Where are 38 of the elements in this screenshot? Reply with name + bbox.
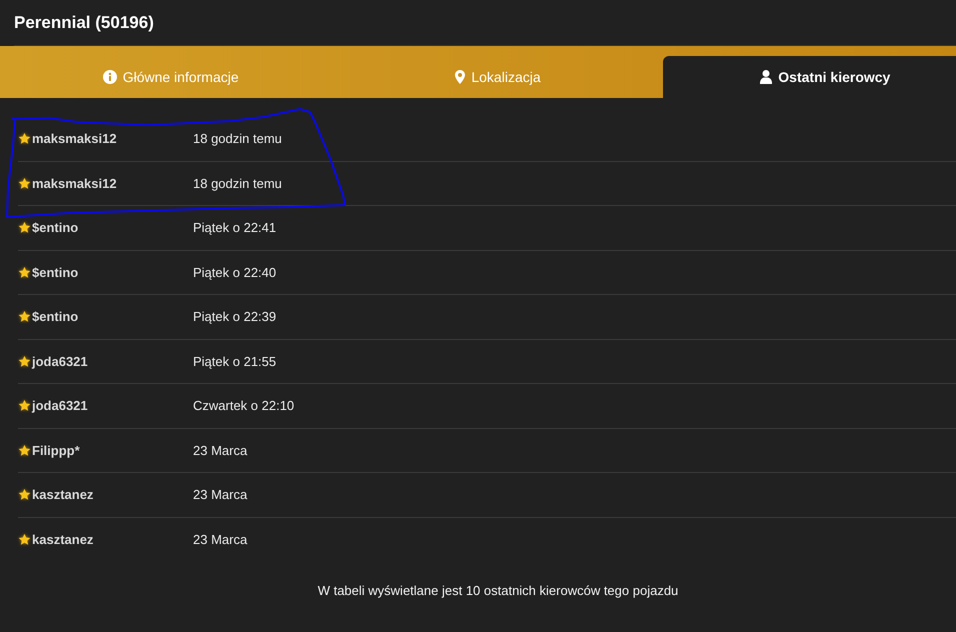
star-icon	[18, 266, 31, 279]
driver-name: maksmaksi12	[32, 131, 118, 146]
driven-time: 23 Marca	[193, 442, 248, 458]
star-icon	[18, 132, 31, 146]
user-icon	[760, 70, 772, 84]
driver-name: kasztanez	[32, 487, 94, 502]
map-pin-icon	[455, 70, 466, 84]
star-icon	[18, 488, 31, 502]
tab[interactable]: Lokalizacja	[335, 56, 661, 98]
star-icon	[18, 176, 31, 190]
driven-time: Piątek o 21:55	[193, 354, 276, 369]
driver-name: kasztanez	[32, 532, 94, 548]
driven-time: 18 godzin temu	[193, 131, 282, 146]
driver-name: maksmaksi12	[32, 176, 118, 191]
star-icon	[18, 444, 31, 457]
star-icon	[18, 533, 31, 546]
driven-time: 18 godzin temu	[193, 176, 282, 191]
driver-name: Filippp*	[32, 442, 81, 458]
driven-time: Piątek o 22:39	[193, 309, 276, 324]
tab[interactable]: Główne informacje	[8, 56, 334, 98]
info-icon	[102, 70, 117, 84]
vehicle-title: Perennial (50196)	[14, 12, 154, 32]
driver-name: joda6321	[32, 398, 89, 414]
star-icon	[18, 221, 31, 234]
tab[interactable]: Ostatni kierowcy	[662, 56, 956, 98]
driven-time: Czwartek o 22:10	[193, 398, 294, 414]
driver-name: $entino	[32, 264, 80, 280]
star-icon	[18, 354, 31, 368]
star-icon	[18, 399, 31, 412]
table-footnote: W tabeli wyświetlane jest 10 ostatnich kierowców tego pojazdu	[316, 583, 680, 599]
driver-name: $entino	[32, 220, 80, 236]
star-icon	[18, 310, 31, 324]
driven-time: Piątek o 22:40	[193, 264, 276, 280]
driver-name: $entino	[32, 309, 80, 324]
driven-time: 23 Marca	[193, 532, 248, 548]
driven-time: 23 Marca	[193, 487, 248, 502]
driven-time: Piątek o 22:41	[193, 220, 276, 236]
driver-name: joda6321	[32, 354, 89, 369]
